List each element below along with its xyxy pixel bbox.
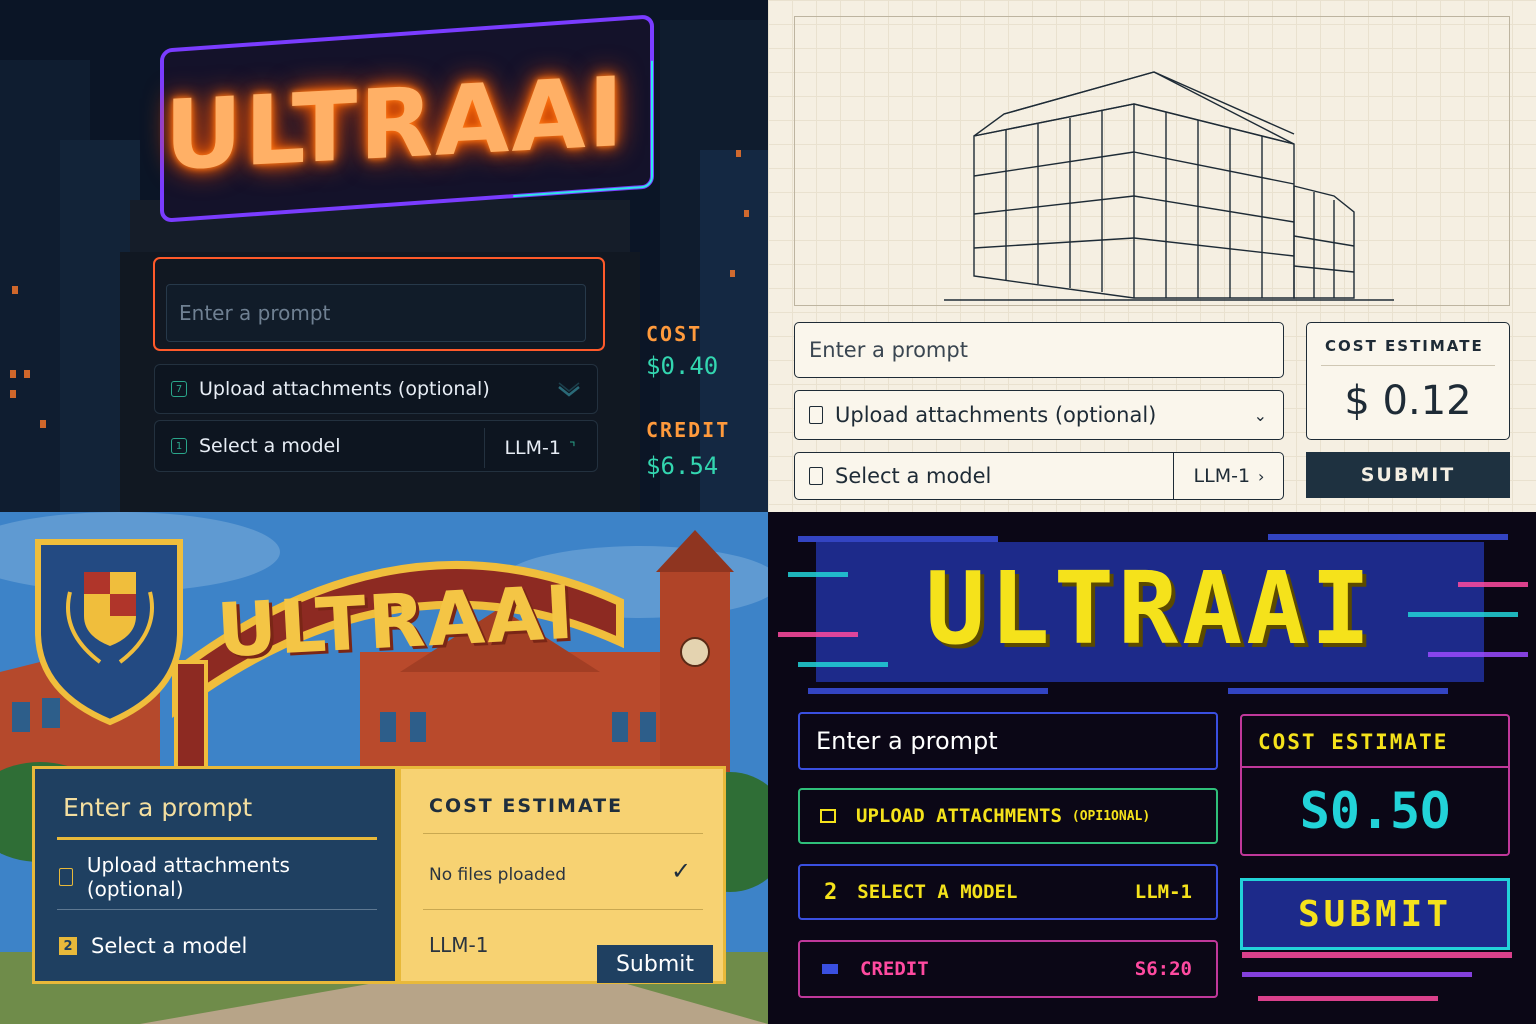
submit-button[interactable]: SUBMIT — [1240, 878, 1510, 950]
credit-icon — [822, 964, 838, 974]
brand-title: ULTRAAI — [164, 55, 626, 193]
cost-value: $0.40 — [646, 352, 719, 380]
form-panel: Enter a prompt Upload attachments (optio… — [32, 766, 398, 984]
credit-value: $6.54 — [646, 452, 719, 480]
model-icon: 2 — [59, 937, 77, 955]
model-step: 2 — [824, 879, 838, 905]
upload-label: Upload attachments (optional) — [86, 853, 290, 901]
attachment-icon — [809, 406, 823, 424]
model-value-text: LLM-1 — [1193, 465, 1251, 487]
cost-label: COST ESTIMATE — [1325, 337, 1484, 355]
cost-label: COST ESTIMATE — [429, 795, 624, 817]
checkmark-icon: ✓ — [671, 857, 692, 885]
prompt-input[interactable]: Enter a prompt — [798, 712, 1218, 770]
prompt-input[interactable]: Enter a prompt — [166, 284, 586, 342]
upload-attachments-field[interactable]: Upload attachments (optional) ⌄ — [794, 390, 1284, 440]
model-label: Select a model — [835, 464, 992, 488]
model-label: Select a model — [91, 934, 248, 958]
model-value[interactable]: LLM-1 › — [1173, 453, 1284, 499]
model-select-field[interactable]: 2 Select a model — [59, 929, 389, 963]
upload-attachments-field[interactable]: 7 Upload attachments (optional) — [154, 364, 598, 414]
model-value[interactable]: LLM-1 ⌝ — [484, 428, 595, 468]
cost-estimate-card: COST ESTIMATE $ 0.12 — [1306, 322, 1510, 440]
chevron-down-icon: ⌄ — [1253, 405, 1267, 425]
credit-label: CREDIT — [860, 958, 929, 980]
model-label: Select a model — [199, 435, 341, 457]
upload-attachments-field[interactable]: Upload attachments (optional) — [59, 853, 389, 901]
credit-value: S6:20 — [1134, 958, 1192, 980]
attachment-icon — [59, 868, 73, 886]
campus-panel: ULTRAAI Enter a prompt Upload attachment… — [0, 512, 768, 1024]
chevron-down-icon — [558, 382, 580, 397]
submit-button[interactable]: SUBMIT — [1306, 452, 1510, 498]
model-select-field[interactable]: Select a model LLM-1 › — [794, 452, 1284, 500]
pixel-panel: ULTRAAI Enter a prompt UPLOAD ATTACHMENT… — [768, 512, 1536, 1024]
brand-title: ULTRAAI — [214, 569, 578, 675]
cost-estimate-panel: COST ESTIMATE No files ploaded ✓ LLM-1 S… — [398, 766, 726, 984]
cost-value: $ 0.12 — [1344, 378, 1472, 424]
cost-label: COST ESTIMATE — [1258, 730, 1449, 754]
upload-label: UPLOAD ATTACHMENTS — [856, 805, 1062, 827]
model-label: SELECT A MODEL — [857, 881, 1018, 903]
building-sketch — [944, 71, 1394, 301]
chevron-right-icon: › — [1258, 466, 1265, 486]
prompt-input[interactable]: Enter a prompt — [794, 322, 1284, 378]
upload-label: Upload attachments (optional) — [199, 378, 490, 400]
cost-estimate-card: COST ESTIMATE S0.5O — [1240, 714, 1510, 856]
blueprint-panel: Enter a prompt Upload attachments (optio… — [768, 0, 1536, 512]
model-icon — [809, 467, 823, 485]
chevron-right-icon: ⌝ — [568, 440, 576, 456]
brand-title: ULTRAAI — [925, 549, 1375, 667]
cost-value: S0.5O — [1299, 782, 1451, 840]
upload-optional: (OPI1ONAL) — [1071, 808, 1151, 824]
model-select-field[interactable]: 2 SELECT A MODEL LLM-1 — [798, 864, 1218, 920]
model-icon: 1 — [171, 438, 187, 454]
prompt-placeholder: Enter a prompt — [816, 727, 998, 755]
credit-label: CREDIT — [646, 418, 731, 442]
cost-label: COST — [646, 322, 703, 346]
attachment-icon: 7 — [171, 381, 187, 397]
upload-attachments-field[interactable]: UPLOAD ATTACHMENTS (OPI1ONAL) — [798, 788, 1218, 844]
prompt-placeholder: Enter a prompt — [809, 338, 968, 362]
submit-button[interactable]: Submit — [597, 945, 713, 983]
upload-label: Upload attachments (optional) — [835, 403, 1157, 427]
neon-panel: ULTRAAI Enter a prompt 7 Upload attachme… — [0, 0, 768, 512]
prompt-underline — [57, 837, 377, 840]
attachment-icon — [820, 809, 836, 823]
prompt-input[interactable]: Enter a prompt — [63, 793, 252, 822]
credit-field: CREDIT S6:20 — [798, 940, 1218, 998]
files-status: No files ploaded — [429, 865, 567, 885]
model-value[interactable]: LLM-1 — [1135, 881, 1192, 903]
model-value-text: LLM-1 — [504, 437, 561, 459]
model-value: LLM-1 — [429, 933, 489, 957]
